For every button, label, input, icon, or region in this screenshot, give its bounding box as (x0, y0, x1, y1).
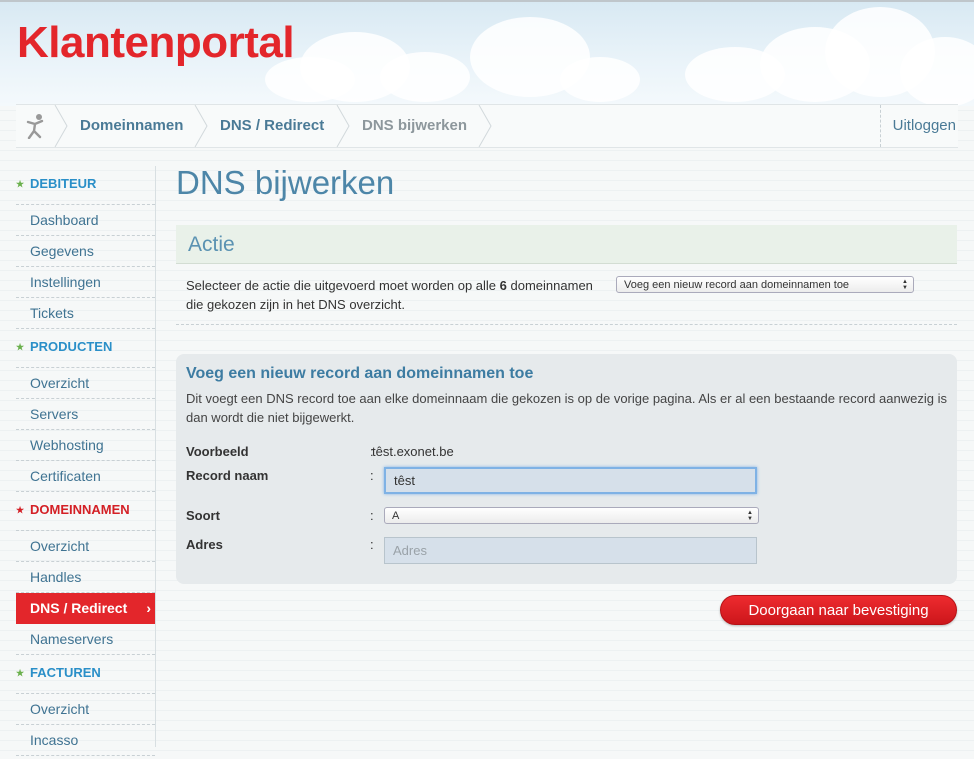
colon: : (370, 537, 374, 552)
panel-description: Dit voegt een DNS record toe aan elke do… (186, 391, 947, 425)
breadcrumb-domeinnamen[interactable]: Domeinnamen (80, 105, 183, 147)
sidebar-section-facturen: ★ FACTUREN (16, 655, 155, 694)
logout-link[interactable]: Uitloggen (879, 105, 958, 147)
star-icon: ★ (16, 179, 25, 189)
sidebar-item-dashboard[interactable]: Dashboard (16, 205, 155, 236)
colon: : (370, 468, 374, 483)
example-label: Voorbeeld (186, 444, 249, 459)
sidebar-item-incasso[interactable]: Incasso (16, 725, 155, 756)
action-section-header: Actie (176, 225, 957, 264)
divider (176, 324, 957, 325)
star-icon: ★ (16, 505, 25, 515)
sidebar-item-dns-redirect[interactable]: DNS / Redirect › (16, 593, 155, 624)
type-select[interactable]: A ▲ ▼ (384, 507, 759, 524)
continue-button[interactable]: Doorgaan naar bevestiging (720, 595, 957, 625)
address-input[interactable]: Adres (384, 537, 757, 564)
chevron-right-icon: › (146, 600, 151, 616)
star-icon: ★ (16, 668, 25, 678)
select-arrows-icon: ▲ ▼ (747, 510, 753, 522)
page-title: DNS bijwerken (176, 164, 395, 201)
address-label: Adres (186, 537, 223, 552)
sidebar-section-producten: ★ PRODUCTEN (16, 329, 155, 368)
sidebar-item-tickets[interactable]: Tickets (16, 298, 155, 329)
sidebar-item-webhosting[interactable]: Webhosting (16, 430, 155, 461)
record-name-input[interactable]: têst (384, 467, 757, 494)
action-description: Selecteer de actie die uitgevoerd moet w… (186, 278, 593, 312)
colon: : (370, 508, 374, 523)
sidebar-item-nameservers[interactable]: Nameservers (16, 624, 155, 655)
select-arrows-icon: ▲ ▼ (902, 279, 908, 291)
sidebar-item-servers[interactable]: Servers (16, 399, 155, 430)
panel-title: Voeg een nieuw record aan domeinnamen to… (186, 365, 534, 382)
example-value: têst.exonet.be (372, 444, 454, 459)
header: Klantenportal (0, 0, 974, 106)
action-heading: Actie (188, 233, 235, 256)
breadcrumb: Domeinnamen DNS / Redirect DNS bijwerken… (16, 104, 958, 148)
sidebar-item-instellingen[interactable]: Instellingen (16, 267, 155, 298)
record-name-label: Record naam (186, 468, 269, 483)
breadcrumb-dns-redirect[interactable]: DNS / Redirect (220, 105, 324, 147)
action-select[interactable]: Voeg een nieuw record aan domeinnamen to… (616, 276, 914, 293)
domain-count: 6 (499, 278, 507, 293)
sidebar: ★ DEBITEUR Dashboard Gegevens Instellinge… (16, 166, 156, 756)
star-icon: ★ (16, 342, 25, 352)
sidebar-item-facturen-overzicht[interactable]: Overzicht (16, 694, 155, 725)
sidebar-item-certificaten[interactable]: Certificaten (16, 461, 155, 492)
logo[interactable]: Klantenportal (17, 18, 295, 68)
sidebar-item-handles[interactable]: Handles (16, 562, 155, 593)
type-label: Soort (186, 508, 220, 523)
sidebar-item-producten-overzicht[interactable]: Overzicht (16, 368, 155, 399)
sidebar-section-debiteur: ★ DEBITEUR (16, 166, 155, 205)
sidebar-section-domeinnamen: ★ DOMEINNAMEN (16, 492, 155, 531)
breadcrumb-current: DNS bijwerken (362, 117, 468, 134)
record-panel: Voeg een nieuw record aan domeinnamen to… (176, 354, 957, 584)
sidebar-item-gegevens[interactable]: Gegevens (16, 236, 155, 267)
sidebar-item-domeinnamen-overzicht[interactable]: Overzicht (16, 531, 155, 562)
home-icon[interactable] (16, 105, 54, 147)
